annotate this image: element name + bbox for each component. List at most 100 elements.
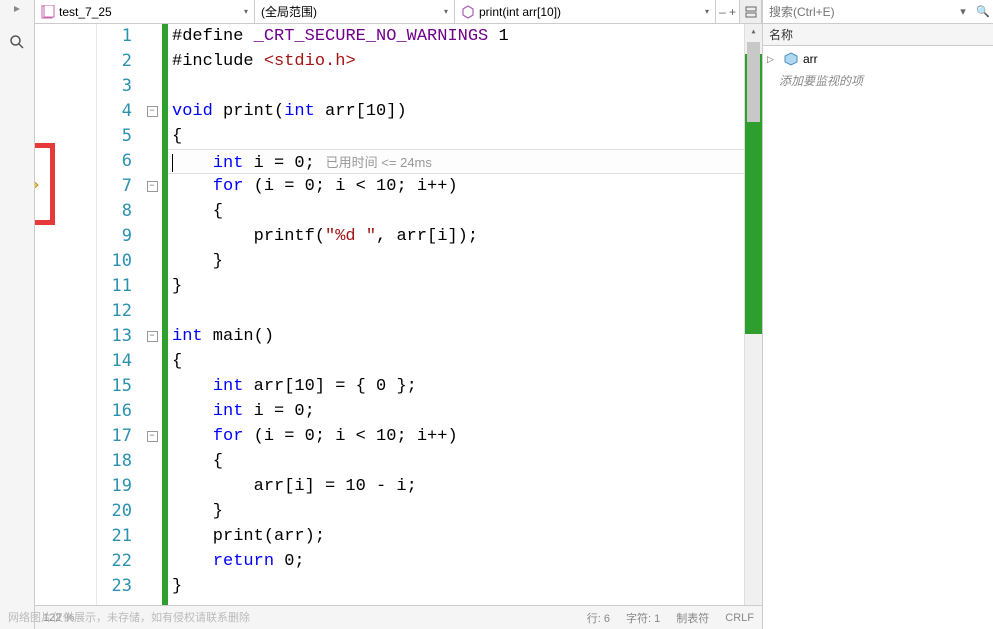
status-col: 字符: 1 (626, 610, 660, 626)
fold-cell (142, 349, 162, 374)
fold-cell (142, 199, 162, 224)
fold-cell (142, 49, 162, 74)
scroll-up-icon[interactable]: ▴ (745, 24, 762, 42)
navigation-bar: test_7_25 ▾ (全局范围) ▾ print(int arr[10]) … (35, 0, 762, 24)
execution-pointer-icon (35, 176, 39, 194)
fold-cell (142, 224, 162, 249)
line-number: 15 (97, 374, 132, 399)
line-number: 8 (97, 199, 132, 224)
line-number: 14 (97, 349, 132, 374)
fold-cell (142, 249, 162, 274)
dropdown-icon: ▾ (244, 7, 248, 16)
fold-cell (142, 499, 162, 524)
code-line[interactable]: { (168, 124, 744, 149)
line-number: 21 (97, 524, 132, 549)
file-icon (41, 5, 55, 19)
code-line[interactable]: int main() (168, 324, 744, 349)
code-line[interactable]: printf("%d ", arr[i]); (168, 224, 744, 249)
code-line[interactable]: } (168, 574, 744, 599)
code-line[interactable]: print(arr); (168, 524, 744, 549)
line-number: 12 (97, 299, 132, 324)
fold-cell[interactable]: − (142, 99, 162, 124)
fold-cell (142, 24, 162, 49)
line-number: 6 (97, 149, 132, 174)
code-line[interactable]: void print(int arr[10]) (168, 99, 744, 124)
line-number: 5 (97, 124, 132, 149)
fold-cell (142, 124, 162, 149)
code-line[interactable]: { (168, 199, 744, 224)
line-number: 10 (97, 249, 132, 274)
line-number: 11 (97, 274, 132, 299)
fold-toggle-icon[interactable]: − (147, 431, 158, 442)
code-line[interactable]: #define _CRT_SECURE_NO_WARNINGS 1 (168, 24, 744, 49)
code-line[interactable]: return 0; (168, 549, 744, 574)
code-line[interactable]: #include <stdio.h> (168, 49, 744, 74)
fold-cell[interactable]: − (142, 424, 162, 449)
nav-plus-button[interactable]: ‒ + (716, 0, 740, 23)
code-line[interactable]: } (168, 274, 744, 299)
watch-column-header[interactable]: 名称 (763, 24, 993, 46)
search-go-icon[interactable]: 🔍 (973, 5, 993, 18)
code-line[interactable]: int arr[10] = { 0 }; (168, 374, 744, 399)
search-dropdown-icon[interactable]: ▾ (953, 5, 973, 18)
line-number: 18 (97, 449, 132, 474)
status-crlf: CRLF (725, 612, 754, 624)
search-icon[interactable] (9, 34, 25, 50)
expand-icon[interactable]: ▷ (767, 54, 779, 65)
line-number: 9 (97, 224, 132, 249)
fold-toggle-icon[interactable]: − (147, 181, 158, 192)
fold-cell (142, 149, 162, 174)
code-line[interactable]: int i = 0; (168, 399, 744, 424)
code-line[interactable]: arr[i] = 10 - i; (168, 474, 744, 499)
line-number: 19 (97, 474, 132, 499)
scope-combo[interactable]: (全局范围) ▾ (255, 0, 455, 23)
watch-item[interactable]: ▷ arr (763, 48, 993, 70)
fold-cell (142, 474, 162, 499)
collapse-triangle-icon[interactable] (12, 4, 22, 14)
code-line[interactable]: } (168, 499, 744, 524)
fold-cell (142, 399, 162, 424)
code-editor[interactable]: 1234567891011121314151617181920212223 −−… (35, 24, 762, 605)
splitter-icon[interactable] (740, 0, 762, 23)
watch-header-name: 名称 (769, 26, 793, 43)
code-line[interactable] (168, 74, 744, 99)
breakpoint-margin[interactable] (35, 24, 97, 605)
line-number: 23 (97, 574, 132, 599)
search-input[interactable] (763, 2, 953, 22)
status-tabs: 制表符 (676, 610, 709, 626)
line-number: 20 (97, 499, 132, 524)
code-line[interactable]: int i = 0; 已用时间 <= 24ms (168, 149, 744, 174)
watermark-text: 网络图片仅供展示，未存储，如有侵权请联系删除 (8, 609, 250, 625)
scrollbar-thumb[interactable] (747, 42, 760, 122)
code-line[interactable]: } (168, 249, 744, 274)
vertical-scrollbar[interactable]: ▴ (744, 24, 762, 605)
code-area[interactable]: #define _CRT_SECURE_NO_WARNINGS 1#includ… (168, 24, 744, 605)
watch-search[interactable]: ▾ 🔍 (763, 0, 993, 24)
code-line[interactable] (168, 299, 744, 324)
watch-add-hint[interactable]: 添加要监视的项 (763, 70, 993, 92)
code-line[interactable]: for (i = 0; i < 10; i++) (168, 174, 744, 199)
code-line[interactable]: { (168, 449, 744, 474)
file-label: test_7_25 (59, 5, 112, 19)
fold-toggle-icon[interactable]: − (147, 106, 158, 117)
line-number: 16 (97, 399, 132, 424)
line-number: 4 (97, 99, 132, 124)
file-scope-combo[interactable]: test_7_25 ▾ (35, 0, 255, 23)
line-number: 13 (97, 324, 132, 349)
fold-cell (142, 274, 162, 299)
line-number: 7 (97, 174, 132, 199)
fold-cell (142, 549, 162, 574)
method-icon (461, 5, 475, 19)
fold-toggle-icon[interactable]: − (147, 331, 158, 342)
fold-cell[interactable]: − (142, 174, 162, 199)
member-combo[interactable]: print(int arr[10]) ▾ (455, 0, 716, 23)
line-number: 2 (97, 49, 132, 74)
status-line: 行: 6 (587, 610, 610, 626)
code-line[interactable]: for (i = 0; i < 10; i++) (168, 424, 744, 449)
line-number: 22 (97, 549, 132, 574)
code-line[interactable]: { (168, 349, 744, 374)
line-number: 17 (97, 424, 132, 449)
watch-list: ▷ arr 添加要监视的项 (763, 46, 993, 629)
dropdown-icon: ▾ (444, 7, 448, 16)
fold-cell[interactable]: − (142, 324, 162, 349)
